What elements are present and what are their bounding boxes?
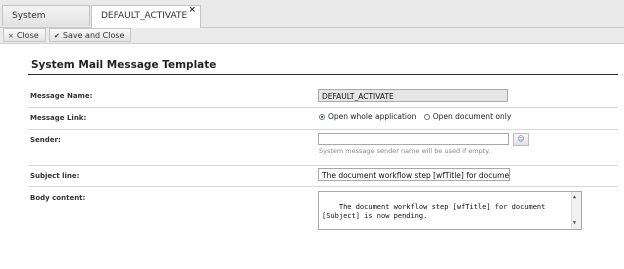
page-title: System Mail Message Template: [31, 59, 217, 71]
toolbar: × Close ✔ Save and Close: [0, 28, 624, 44]
body-content-textarea[interactable]: The document workflow step [wfTitle] for…: [318, 191, 582, 230]
pick-user-button[interactable]: ☺: [513, 133, 529, 146]
scroll-up-icon[interactable]: ▲: [573, 193, 576, 202]
sender-input[interactable]: [318, 133, 509, 145]
radio-open-document-only[interactable]: Open document only: [423, 112, 512, 121]
checkmark-icon: ✔: [54, 32, 60, 40]
subject-label: Subject line:: [30, 172, 80, 180]
save-and-close-button[interactable]: ✔ Save and Close: [49, 28, 131, 42]
tab-default-activate[interactable]: DEFAULT_ACTIVATE ×: [91, 5, 201, 28]
radio-unselected-icon: [423, 114, 430, 120]
sender-row: Sender: ☺ System message sender name wil…: [28, 130, 618, 166]
message-name-field: DEFAULT_ACTIVATE: [318, 89, 508, 102]
radio-label: Open whole application: [328, 112, 417, 121]
close-icon: ×: [8, 32, 14, 40]
title-divider: [28, 74, 618, 75]
save-button-label: Save and Close: [62, 31, 125, 40]
tab-system-messages[interactable]: System Messages: [2, 5, 90, 42]
body-row: Body content: The document workflow step…: [28, 188, 618, 236]
message-name-label: Message Name:: [30, 92, 93, 100]
sender-label: Sender:: [30, 136, 61, 144]
subject-row: Subject line: The document workflow step…: [28, 166, 618, 187]
sender-hint: System message sender name will be used …: [319, 147, 491, 155]
radio-selected-icon: [319, 114, 325, 120]
subject-input[interactable]: The document workflow step [wfTitle] for…: [318, 168, 510, 181]
close-tab-icon[interactable]: ×: [188, 0, 196, 21]
tab-bar: System Messages DEFAULT_ACTIVATE ×: [0, 0, 624, 42]
message-name-row: Message Name: DEFAULT_ACTIVATE: [28, 86, 618, 108]
message-link-radio-group: Open whole application Open document onl…: [319, 112, 516, 121]
message-link-row: Message Link: Open whole application Ope…: [28, 108, 618, 130]
tab-label: DEFAULT_ACTIVATE: [101, 11, 188, 21]
scroll-down-icon[interactable]: ▼: [573, 219, 576, 228]
users-icon: ☺: [517, 135, 525, 143]
message-link-label: Message Link:: [30, 114, 87, 122]
body-text: The document workflow step [wfTitle] for…: [322, 203, 546, 220]
close-button-label: Close: [16, 31, 39, 40]
radio-open-whole-application[interactable]: Open whole application: [319, 112, 416, 121]
body-label: Body content:: [30, 194, 86, 202]
close-button[interactable]: × Close: [3, 28, 46, 42]
radio-label: Open document only: [432, 112, 512, 121]
body-scrollbar[interactable]: ▲ ▼: [571, 192, 581, 229]
